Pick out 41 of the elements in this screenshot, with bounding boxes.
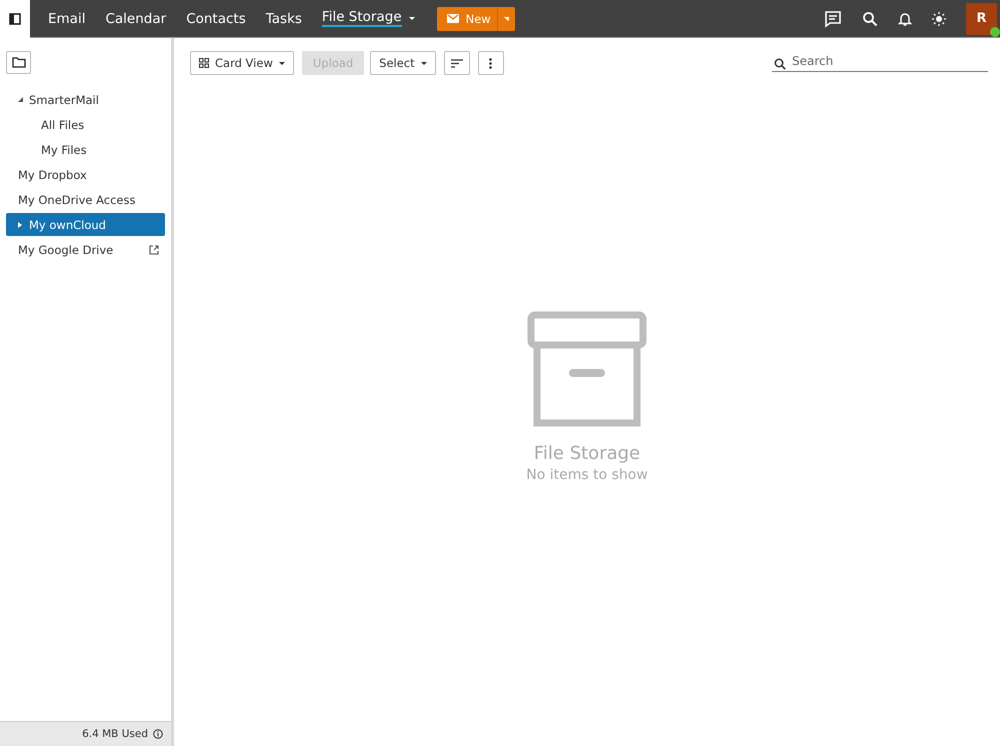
sort-button[interactable] — [444, 51, 470, 75]
sort-icon — [450, 58, 463, 68]
search-icon — [774, 58, 786, 70]
chat-icon[interactable] — [824, 10, 842, 28]
folder-item[interactable]: My Files — [6, 138, 165, 161]
nav-tab[interactable]: Calendar — [105, 10, 166, 27]
empty-state-message: No items to show — [526, 467, 648, 483]
more-options-button[interactable] — [478, 51, 504, 75]
collapsed-caret-icon[interactable] — [18, 222, 22, 228]
vertical-dots-icon — [489, 58, 492, 68]
bell-icon[interactable] — [898, 10, 912, 26]
nav-tab[interactable]: Tasks — [266, 10, 302, 27]
info-icon[interactable] — [153, 729, 163, 739]
search-field[interactable]: Search — [772, 54, 988, 72]
storage-usage-text: 6.4 MB Used — [82, 728, 148, 740]
nav-tab[interactable]: Email — [48, 10, 86, 27]
caret-icon — [420, 62, 427, 64]
external-link-icon[interactable] — [149, 244, 159, 254]
caret-icon — [504, 16, 509, 20]
grid-icon — [199, 58, 209, 68]
folder-item[interactable]: My ownCloud — [6, 213, 165, 236]
toolbar-button[interactable]: Select — [370, 51, 436, 75]
empty-state-title: File Storage — [534, 443, 640, 464]
sun-icon[interactable] — [932, 12, 946, 26]
search-icon[interactable] — [862, 10, 878, 26]
nav-tab[interactable]: Contacts — [186, 10, 246, 27]
sidebar-toggle-icon[interactable] — [9, 13, 21, 25]
envelope-icon — [446, 14, 459, 23]
folder-item[interactable]: My OneDrive Access — [6, 188, 165, 211]
folder-item[interactable]: SmarterMail — [6, 88, 165, 111]
folder-item[interactable]: All Files — [6, 113, 165, 136]
view-dropdown[interactable]: Card View — [190, 51, 294, 75]
expanded-caret-icon[interactable] — [18, 97, 23, 102]
new-folder-button[interactable] — [6, 51, 31, 74]
folder-item[interactable]: My Google Drive — [6, 238, 165, 261]
avatar[interactable]: R — [966, 2, 997, 34]
folder-item[interactable]: My Dropbox — [6, 163, 165, 186]
folder-icon — [12, 57, 26, 68]
caret-icon — [278, 62, 285, 64]
new-menu-button[interactable] — [496, 6, 515, 30]
nav-tab[interactable]: File Storage — [322, 10, 415, 27]
